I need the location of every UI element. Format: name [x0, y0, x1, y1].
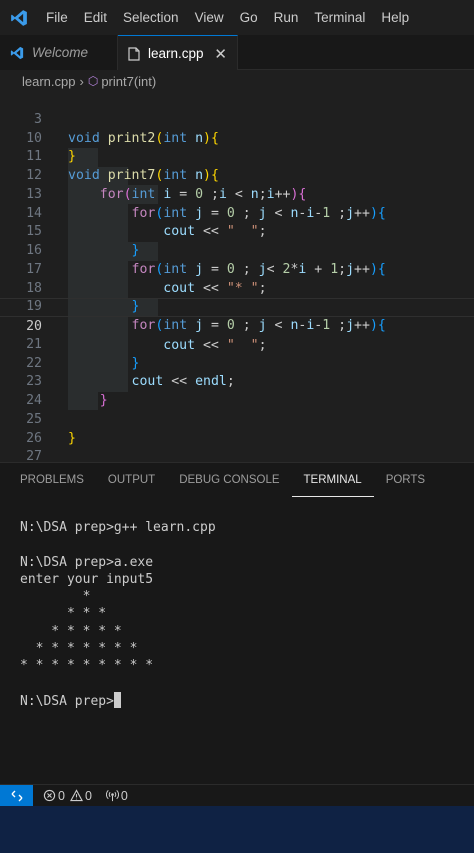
terminal-output[interactable]: N:\DSA prep>g++ learn.cpp N:\DSA prep>a.…: [20, 519, 216, 709]
warning-icon: [69, 789, 83, 802]
breadcrumb: learn.cpp › ⬡ print7(int): [0, 70, 474, 92]
broadcast-icon: [105, 790, 119, 802]
terminal-cursor: [113, 691, 121, 708]
error-count: 0: [58, 788, 65, 803]
code-line: 27 int main(){: [0, 430, 474, 462]
tab-learn-cpp-label: learn.cpp: [148, 46, 204, 61]
menu-go[interactable]: Go: [232, 0, 266, 35]
code-line: 21 }: [0, 317, 474, 371]
panel-tabs: PROBLEMS OUTPUT DEBUG CONSOLE TERMINAL P…: [0, 463, 474, 497]
terminal-line: * * *: [20, 606, 107, 622]
terminal-prompt-line[interactable]: N:\DSA prep>: [20, 691, 216, 709]
menu-run[interactable]: Run: [266, 0, 307, 35]
code-line: 3 void print2(int n){: [0, 92, 474, 146]
taskbar-strip: [0, 806, 474, 853]
terminal-line: enter your input5: [20, 571, 154, 587]
chevron-right-icon: ›: [79, 73, 84, 89]
tab-welcome-label: Welcome: [32, 45, 89, 60]
terminal-line: *: [20, 589, 91, 605]
menu-bar: File Edit Selection View Go Run Terminal…: [0, 0, 474, 35]
editor-tab-bar: Welcome learn.cpp ✕: [0, 35, 474, 71]
code-line: 25 }: [0, 392, 474, 446]
code-line: 18 }: [0, 261, 474, 315]
method-icon: ⬡: [87, 74, 99, 88]
problems-status[interactable]: 0 0: [43, 789, 92, 803]
code-line: 17 cout << "* ";: [0, 242, 474, 296]
terminal-line: * * * * *: [20, 623, 122, 639]
terminal-line: N:\DSA prep>a.exe: [20, 554, 154, 570]
close-icon[interactable]: ✕: [214, 45, 227, 63]
code-line: 10 }: [0, 111, 474, 165]
code-line: 11 void print7(int n){: [0, 130, 474, 183]
code-line: 16 for(int j = 0 ; j< 2*i + 1;j++){: [0, 223, 474, 277]
code-line-current: 20 cout << " ";: [0, 298, 474, 353]
code-line: 15 }: [0, 205, 474, 258]
tab-problems[interactable]: PROBLEMS: [8, 464, 96, 496]
terminal-line: * * * * * * *: [20, 641, 138, 657]
menu-terminal[interactable]: Terminal: [306, 0, 373, 35]
menu-edit[interactable]: Edit: [76, 0, 115, 35]
terminal-prompt: N:\DSA prep>: [20, 693, 114, 709]
error-icon: [43, 789, 56, 802]
breadcrumb-symbol[interactable]: print7(int): [101, 74, 156, 89]
menu-selection[interactable]: Selection: [115, 0, 187, 35]
code-line: 19 for(int j = 0 ; j < n-i-1 ;j++){: [0, 280, 474, 333]
menu-file[interactable]: File: [38, 0, 76, 35]
ports-count: 0: [120, 788, 128, 803]
code-line: 14 cout << " ";: [0, 186, 474, 240]
bottom-panel: PROBLEMS OUTPUT DEBUG CONSOLE TERMINAL P…: [0, 462, 474, 784]
terminal-line: * * * * * * * * *: [20, 658, 154, 674]
menu-help[interactable]: Help: [373, 0, 417, 35]
code-line: 22 cout << endl;: [0, 336, 474, 390]
remote-indicator-icon[interactable]: [0, 784, 33, 807]
tab-welcome[interactable]: Welcome: [0, 35, 118, 70]
warning-count: 0: [84, 788, 92, 803]
code-line: 26: [0, 411, 474, 446]
menu-view[interactable]: View: [187, 0, 232, 35]
code-line: 28 int n;: [0, 448, 474, 462]
code-line: 23 }: [0, 355, 474, 408]
status-bar: 0 0 0: [0, 784, 474, 807]
terminal-line: N:\DSA prep>g++ learn.cpp: [20, 520, 216, 535]
ports-status[interactable]: 0: [105, 788, 128, 803]
vscode-logo-icon[interactable]: [0, 0, 38, 35]
tab-terminal[interactable]: TERMINAL: [291, 464, 374, 497]
cpp-file-icon: [128, 46, 140, 61]
vscode-icon: [10, 46, 24, 60]
code-editor[interactable]: 3 void print2(int n){ 10 } 11 void print…: [0, 92, 474, 462]
code-line: 12 for(int i = 0 ;i < n;i++){: [0, 148, 474, 202]
tab-debug-console[interactable]: DEBUG CONSOLE: [167, 464, 291, 496]
tab-learn-cpp[interactable]: learn.cpp ✕: [118, 35, 238, 71]
tab-output[interactable]: OUTPUT: [96, 464, 167, 496]
code-line: 13 for(int j = 0 ; j < n-i-1 ;j++){: [0, 167, 474, 221]
breadcrumb-file[interactable]: learn.cpp: [22, 74, 75, 89]
tab-ports[interactable]: PORTS: [374, 464, 437, 496]
code-line: 24: [0, 373, 474, 408]
